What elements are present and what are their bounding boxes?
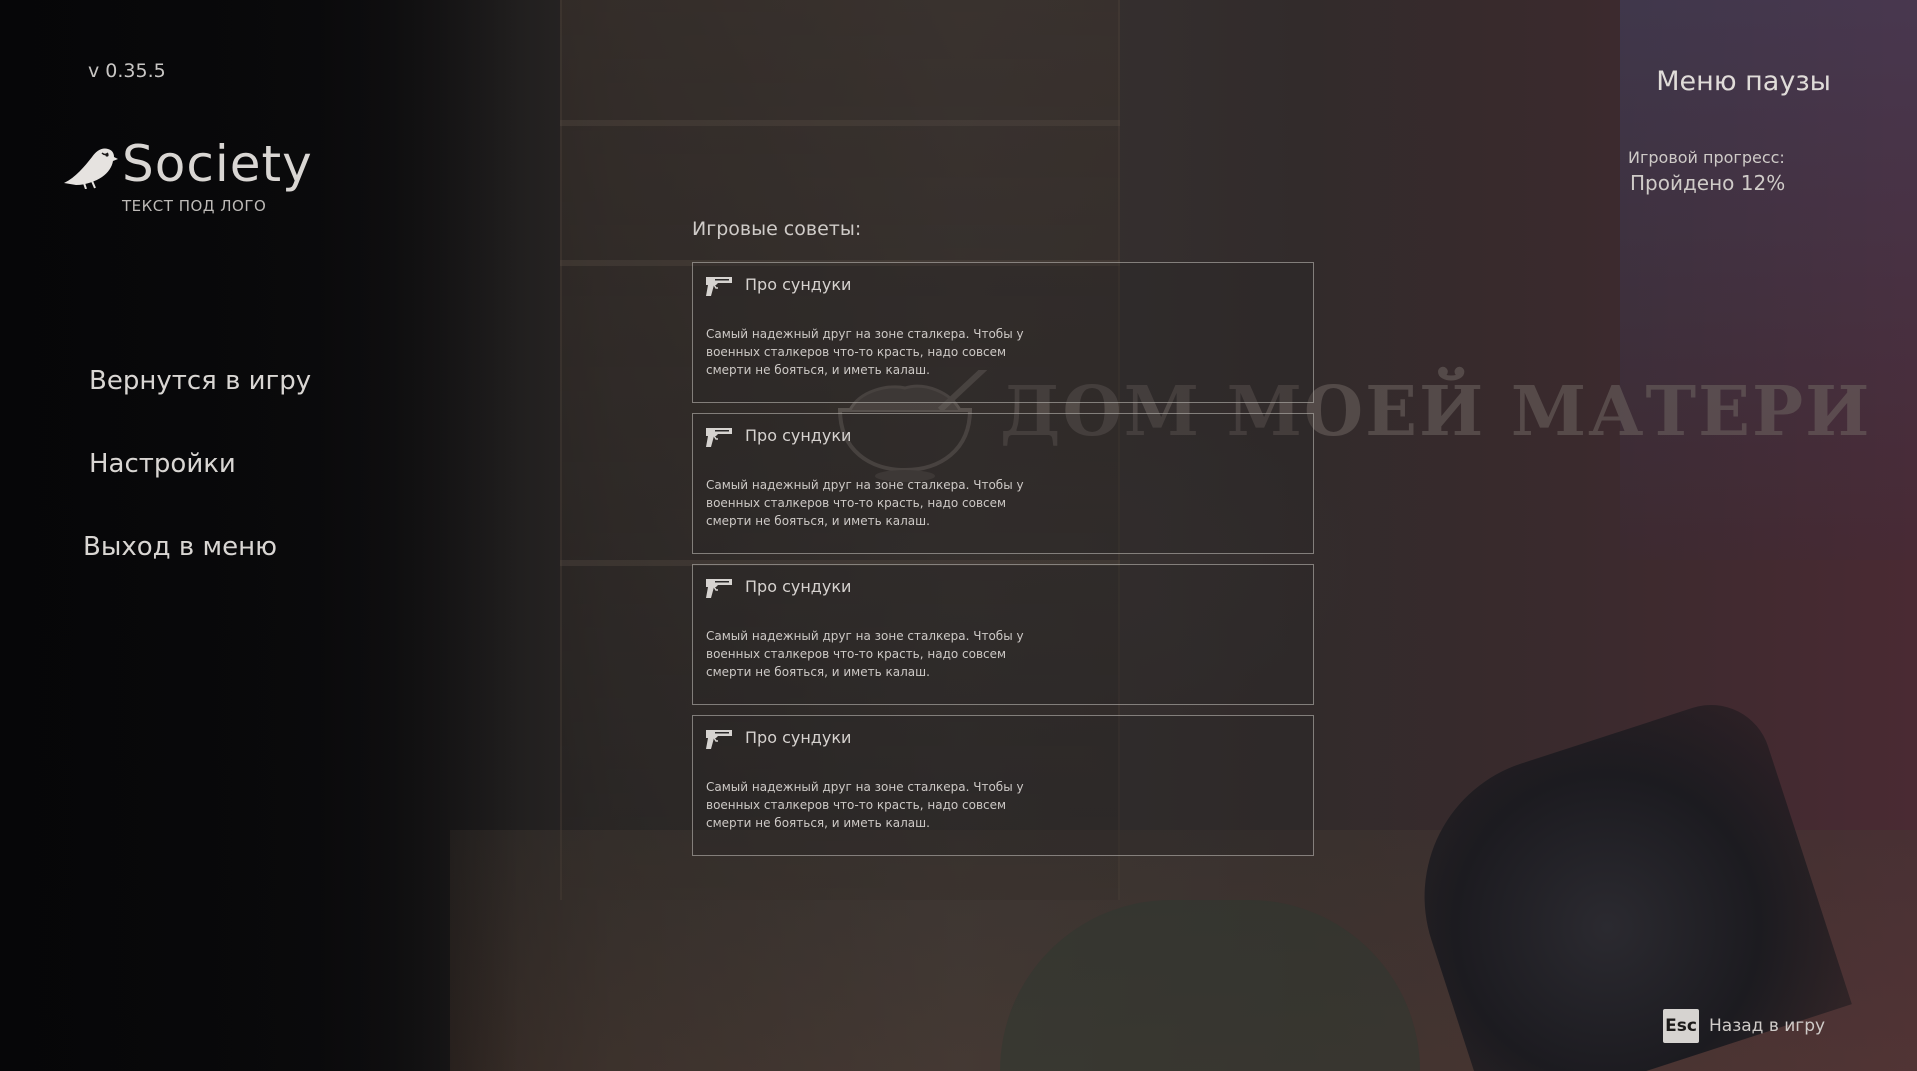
version-label: v 0.35.5 bbox=[88, 60, 166, 82]
game-logo: Society ТЕКСТ ПОД ЛОГО bbox=[62, 135, 322, 225]
tip-text: Самый надежный друг на зоне сталкера. Чт… bbox=[706, 629, 1024, 679]
page-title: Меню паузы bbox=[1656, 66, 1831, 97]
progress-value: Пройдено 12% bbox=[1630, 171, 1786, 195]
back-to-game-hint[interactable]: Esc Назад в игру bbox=[1663, 1009, 1825, 1043]
tips-heading: Игровые советы: bbox=[692, 218, 862, 240]
tip-text: Самый надежный друг на зоне сталкера. Чт… bbox=[706, 327, 1024, 377]
tip-title: Про сундуки bbox=[745, 577, 852, 596]
tip-card: Про сундуки Самый надежный друг на зоне … bbox=[692, 564, 1314, 705]
tip-title: Про сундуки bbox=[745, 728, 852, 747]
tip-text: Самый надежный друг на зоне сталкера. Чт… bbox=[706, 780, 1024, 830]
tip-title: Про сундуки bbox=[745, 426, 852, 445]
pistol-icon bbox=[706, 730, 732, 749]
resume-game-button[interactable]: Вернутся в игру bbox=[89, 366, 311, 396]
pause-screen: v 0.35.5 Society ТЕКСТ ПОД ЛОГО Вернутся… bbox=[0, 0, 1917, 1071]
tip-title: Про сундуки bbox=[745, 275, 852, 294]
tip-card: Про сундуки Самый надежный друг на зоне … bbox=[692, 262, 1314, 403]
settings-button[interactable]: Настройки bbox=[89, 449, 236, 479]
logo-title: Society bbox=[122, 135, 313, 193]
tip-card: Про сундуки Самый надежный друг на зоне … bbox=[692, 715, 1314, 856]
exit-to-menu-button[interactable]: Выход в меню bbox=[83, 532, 277, 562]
tip-text: Самый надежный друг на зоне сталкера. Чт… bbox=[706, 478, 1024, 528]
tip-card: Про сундуки Самый надежный друг на зоне … bbox=[692, 413, 1314, 554]
bird-logo-icon bbox=[64, 148, 118, 189]
pistol-icon bbox=[706, 277, 732, 296]
progress-label: Игровой прогресс: bbox=[1628, 148, 1785, 167]
logo-subtitle: ТЕКСТ ПОД ЛОГО bbox=[122, 197, 267, 215]
esc-key-badge: Esc bbox=[1663, 1009, 1699, 1043]
back-to-game-label: Назад в игру bbox=[1709, 1016, 1826, 1036]
background-shelf bbox=[560, 120, 1120, 126]
pistol-icon bbox=[706, 579, 732, 598]
pistol-icon bbox=[706, 428, 732, 447]
